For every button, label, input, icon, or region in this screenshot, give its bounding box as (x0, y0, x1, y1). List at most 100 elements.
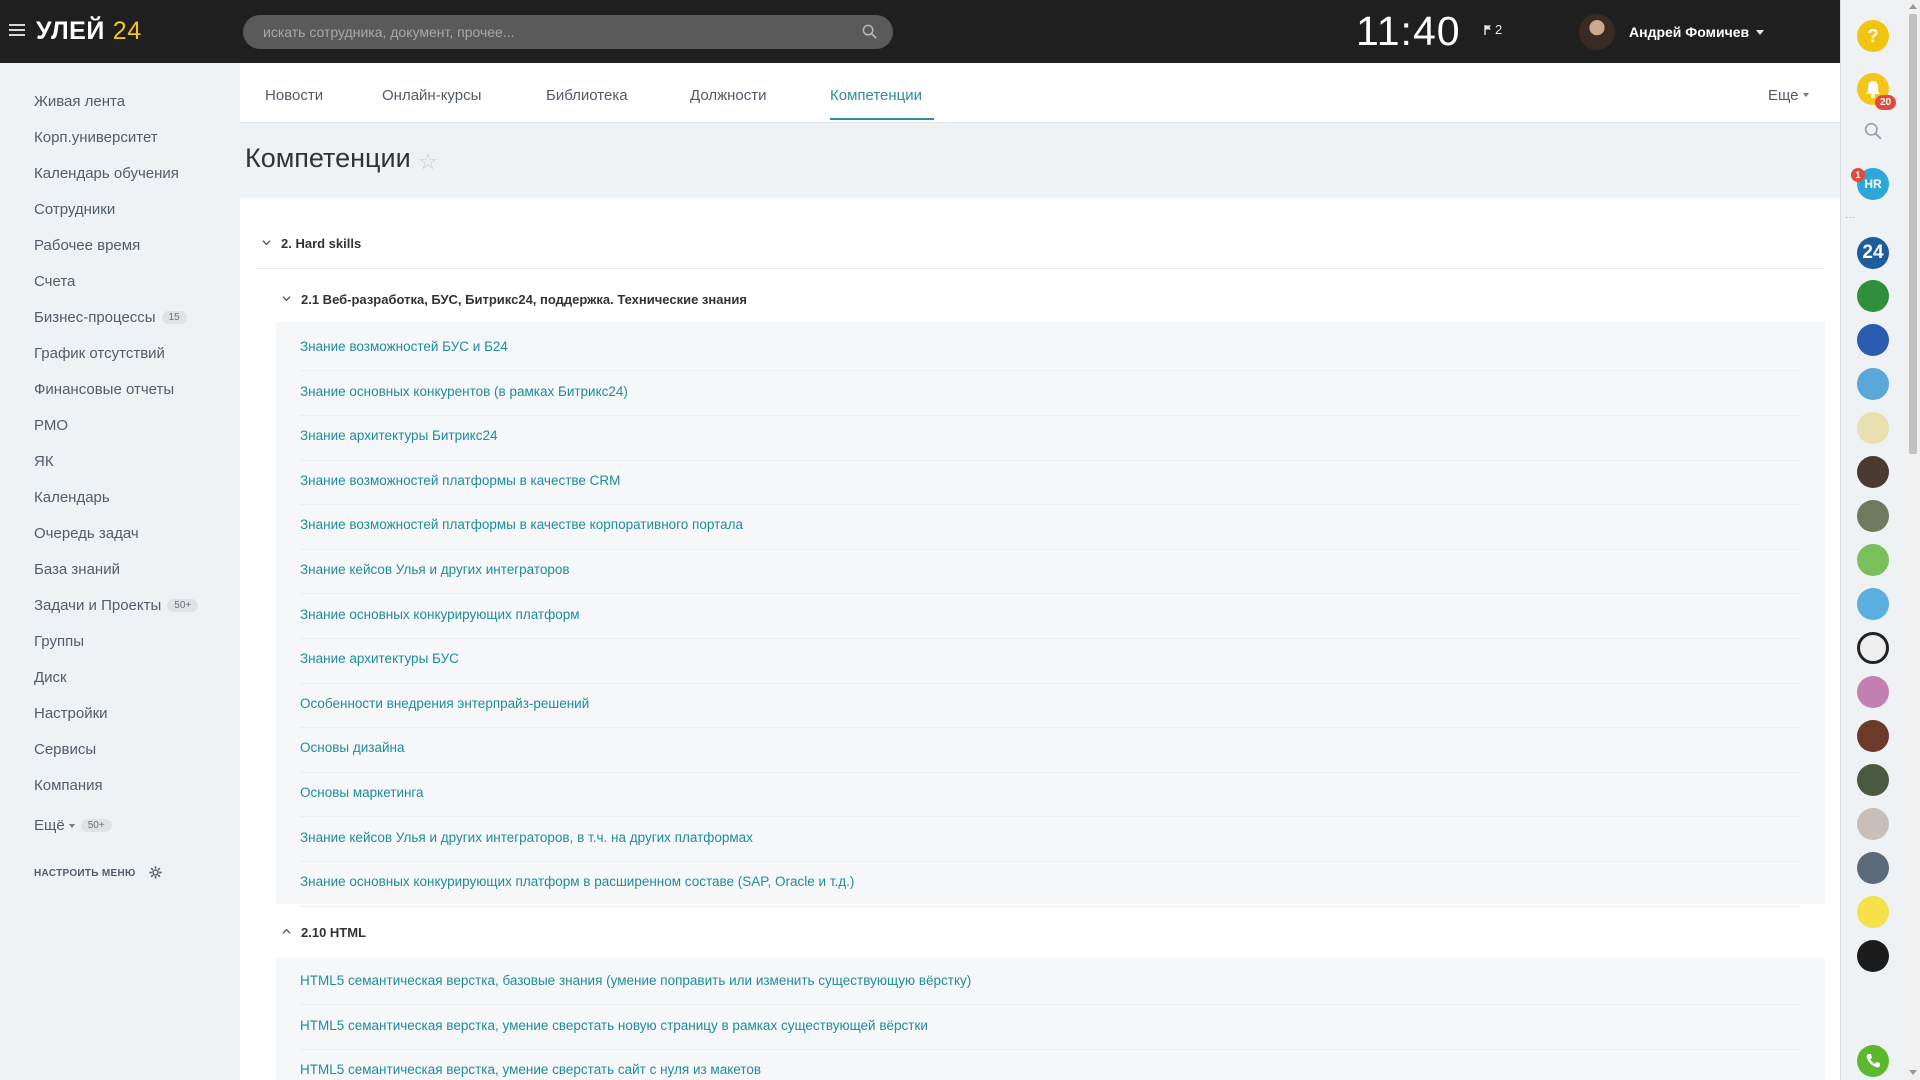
sidebar-item-19[interactable]: Компания (34, 777, 103, 794)
chat-avatar[interactable] (1857, 500, 1889, 532)
sidebar-item-0[interactable]: Живая лента (34, 93, 125, 110)
competency-link[interactable]: Знание архитектуры Битрикс24 (300, 428, 497, 443)
sidebar-item-4[interactable]: Рабочее время (34, 237, 140, 254)
sidebar-item-8[interactable]: Финансовые отчеты (34, 381, 174, 398)
phone-icon[interactable] (1857, 1045, 1889, 1077)
sidebar-item-10[interactable]: ЯК (34, 453, 54, 470)
tab-more[interactable]: Еще (1768, 87, 1809, 104)
chevron-down-icon (68, 824, 75, 828)
chat-avatar[interactable] (1857, 632, 1889, 664)
sidebar-item-17[interactable]: Настройки (34, 705, 108, 722)
competency-link[interactable]: HTML5 семантическая верстка, умение свер… (300, 1018, 928, 1033)
sidebar-item-label: Живая лента (34, 93, 126, 110)
sidebar-item-18[interactable]: Сервисы (34, 741, 96, 758)
search-icon[interactable] (1864, 122, 1882, 140)
chat-avatar[interactable] (1857, 852, 1889, 884)
scroll-down-icon[interactable] (1909, 1070, 1917, 1075)
favorite-star-icon[interactable]: ☆ (418, 149, 438, 175)
sidebar-item-3[interactable]: Сотрудники (34, 201, 115, 218)
sidebar-item-1[interactable]: Корп.университет (34, 129, 158, 146)
sidebar-item-label: Диск (34, 669, 67, 686)
sidebar-item-16[interactable]: Диск (34, 669, 67, 686)
sidebar-item-2[interactable]: Календарь обучения (34, 165, 179, 182)
chat-avatar[interactable] (1857, 808, 1889, 840)
chat-avatar[interactable] (1857, 324, 1889, 356)
chat-avatar[interactable] (1857, 940, 1889, 972)
section-label: 2.1 Веб-разработка, БУС, Битрикс24, подд… (301, 292, 747, 307)
tab-3[interactable]: Должности (690, 87, 767, 104)
sidebar-item-15[interactable]: Группы (34, 633, 84, 650)
tab-4[interactable]: Компетенции (830, 87, 922, 104)
chat-avatar[interactable] (1857, 588, 1889, 620)
sidebar-item-label: Финансовые отчеты (34, 381, 175, 398)
divider (300, 1004, 1800, 1006)
divider (300, 504, 1800, 506)
competency-link[interactable]: Знание возможностей платформы в качестве… (300, 517, 743, 532)
scrollbar-thumb[interactable] (1909, 14, 1917, 454)
tab-2[interactable]: Библиотека (546, 87, 628, 104)
chat-avatar[interactable] (1857, 896, 1889, 928)
counter-badge: 15 (161, 311, 187, 324)
tab-0[interactable]: Новости (265, 87, 323, 104)
competency-link[interactable]: Основы дизайна (300, 740, 404, 755)
chat-user-icon[interactable] (1857, 368, 1889, 400)
competency-link[interactable]: HTML5 семантическая верстка, умение свер… (300, 1062, 761, 1077)
competency-link[interactable]: Знание возможностей платформы в качестве… (300, 473, 620, 488)
sidebar-item-label: Ещё (34, 817, 65, 834)
competency-link[interactable]: Знание архитектуры БУС (300, 651, 459, 666)
sidebar-item-label: Компания (34, 777, 103, 794)
sidebar-item-13[interactable]: База знаний (34, 561, 120, 578)
chat-avatar[interactable] (1857, 676, 1889, 708)
competency-link[interactable]: HTML5 семантическая верстка, базовые зна… (300, 973, 971, 988)
chat-avatar[interactable] (1857, 456, 1889, 488)
tab-1[interactable]: Онлайн-курсы (382, 87, 481, 104)
configure-menu-button[interactable]: НАСТРОИТЬ МЕНЮ (34, 866, 162, 879)
competency-link[interactable]: Знание кейсов Улья и других интеграторов (300, 562, 570, 577)
competency-link[interactable]: Особенности внедрения энтерпрайз-решений (300, 696, 589, 711)
chat-avatar[interactable] (1857, 280, 1889, 312)
sidebar-item-7[interactable]: График отсутствий (34, 345, 165, 362)
sidebar-item-6[interactable]: Бизнес-процессы 15 (34, 309, 187, 326)
section-label: 2.10 HTML (301, 925, 367, 940)
logo[interactable]: УЛЕЙ 24 (36, 17, 142, 46)
sidebar-item-12[interactable]: Очередь задач (34, 525, 139, 542)
competency-link[interactable]: Знание основных конкурентов (в рамках Би… (300, 384, 628, 399)
user-menu-chevron-down-icon[interactable] (1756, 30, 1764, 35)
sidebar-item-14[interactable]: Задачи и Проекты 50+ (34, 597, 199, 614)
sidebar-item-label: ЯК (34, 453, 54, 470)
sidebar-item-9[interactable]: РМО (34, 417, 68, 434)
help-button[interactable]: ? (1857, 20, 1889, 52)
chat-avatar[interactable] (1857, 764, 1889, 796)
chevron-down-icon (282, 296, 291, 302)
chat-bitrix24-avatar[interactable]: 24 (1857, 237, 1889, 269)
competency-link[interactable]: Знание кейсов Улья и других интеграторов… (300, 830, 753, 845)
user-name[interactable]: Андрей Фомичев (1629, 24, 1749, 40)
sidebar-item-label: Корп.университет (34, 129, 158, 146)
sidebar-item-5[interactable]: Счета (34, 273, 75, 290)
page-title: Компетенции (245, 143, 411, 173)
gear-icon (149, 866, 162, 879)
section-web-dev[interactable]: 2.1 Веб-разработка, БУС, Битрикс24, подд… (282, 292, 747, 307)
chat-avatar[interactable] (1857, 412, 1889, 444)
competency-link[interactable]: Основы маркетинга (300, 785, 424, 800)
user-avatar[interactable] (1579, 14, 1615, 50)
sidebar-item-11[interactable]: Календарь (34, 489, 110, 506)
logo-number: 24 (112, 17, 142, 45)
flag-counter[interactable]: 2 (1484, 22, 1502, 37)
clock[interactable]: 11:40 (1356, 8, 1461, 55)
competency-link[interactable]: Знание основных конкурирующих платформ в… (300, 874, 854, 889)
competency-link[interactable]: Знание возможностей БУС и Б24 (300, 339, 508, 354)
sidebar-item-label: Группы (34, 633, 84, 650)
sidebar-item-label: Бизнес-процессы (34, 309, 156, 326)
section-html[interactable]: 2.10 HTML (282, 925, 366, 940)
search-icon[interactable] (862, 24, 877, 39)
menu-burger-icon[interactable] (9, 24, 25, 37)
search-input[interactable] (263, 15, 843, 49)
scroll-up-icon[interactable] (1909, 4, 1917, 9)
chat-avatar[interactable] (1857, 544, 1889, 576)
section-hard-skills[interactable]: 2. Hard skills (262, 236, 361, 251)
competency-link[interactable]: Знание основных конкурирующих платформ (300, 607, 580, 622)
sidebar-item-20[interactable]: Ещё 50+ (34, 817, 112, 834)
chat-avatar[interactable] (1857, 720, 1889, 752)
divider (300, 593, 1800, 595)
